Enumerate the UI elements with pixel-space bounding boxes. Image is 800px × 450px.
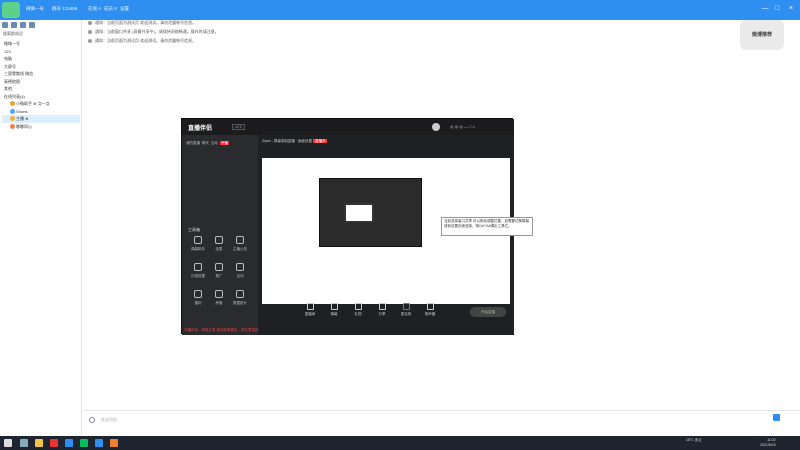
info-icon: [88, 29, 92, 34]
left-tabs[interactable]: 我的直播 聊天 互动 开播: [186, 141, 229, 146]
start-live-button[interactable]: 开始直播: [470, 307, 506, 317]
tool-button[interactable]: 福利: [188, 289, 208, 314]
system-notice: 通知：当前页面为测试页 欢迎测试。请勿泄露帐号信息。: [88, 38, 196, 44]
stream-app-titlebar: 直播伴侣 v2.9 ◎ ◎ ◎ — □ ×: [182, 119, 514, 135]
browser-icon[interactable]: [50, 439, 58, 447]
stream-left-panel: 我的直播 聊天 互动 开播 工具箱 弹幕助手 连麦 主播公告礼物设置 推广 活动 福利 房管…: [182, 135, 258, 335]
folder-icon[interactable]: [35, 439, 43, 447]
home-icon[interactable]: [2, 22, 8, 28]
search-icon[interactable]: [20, 439, 28, 447]
tree-node[interactable]: 高德地图: [2, 78, 80, 86]
emoji-icon[interactable]: [89, 417, 95, 423]
toolbox-title: 工具箱: [188, 227, 200, 232]
stream-app-icon[interactable]: [110, 439, 118, 447]
speaker-button[interactable]: 扬声器: [418, 303, 442, 317]
weather-widget[interactable]: 18°C 多云: [686, 438, 702, 443]
stream-status: 开播状态：网络正常 推流帧率稳定，请注意保持: [184, 328, 258, 332]
tool-button[interactable]: 连麦: [209, 235, 229, 260]
tool-button[interactable]: 弹幕助手: [188, 235, 208, 260]
tool-button[interactable]: 数据统计: [230, 289, 250, 314]
tool-button[interactable]: 推广: [209, 262, 229, 287]
tree-node[interactable]: 电脑: [2, 55, 80, 63]
send-icon[interactable]: [773, 414, 780, 421]
member-item[interactable]: 嘟嘟同心: [2, 123, 80, 131]
settings-link[interactable]: 设置: [120, 6, 129, 12]
tree-node[interactable]: 123: [2, 48, 80, 56]
windows-taskbar: 18°C 多云 11:02 2021/6/16: [0, 436, 800, 450]
stream-control-bar: 直播间 弹幕 礼物 分享 麦克风 扬声器 开始直播: [258, 303, 514, 325]
avatar: [10, 123, 15, 129]
tool-button[interactable]: 活动: [230, 262, 250, 287]
nested-preview: [344, 203, 374, 223]
start-icon[interactable]: [4, 439, 12, 447]
member-sidebar: 搜索群成员 微微一号 123 电脑 大屏号 三国零散线 微信 高德地图 其他 在…: [0, 20, 82, 436]
danmaku-button[interactable]: 弹幕: [322, 303, 346, 317]
avatar: [10, 108, 15, 114]
share-tooltip: 当前选择窗口共享 可以拖动调整位置，如需要切换屏幕请到设置页面选择，按Ctrl+…: [441, 217, 533, 236]
message-input[interactable]: 发送消息...: [101, 417, 120, 423]
window-controls[interactable]: ◎ ◎ ◎ — □ ×: [450, 124, 475, 129]
member-tree: 微微一号 123 电脑 大屏号 三国零散线 微信 高德地图 其他 在线列表(4)…: [2, 40, 80, 130]
gift-button[interactable]: 礼物: [346, 303, 370, 317]
version-badge: v2.9: [232, 124, 245, 130]
close-button[interactable]: ×: [786, 4, 796, 14]
group-id: 群号 123456: [52, 6, 78, 11]
sidebar-toolbar: [2, 22, 38, 30]
wechat-icon[interactable]: [80, 439, 88, 447]
avatar: [10, 116, 15, 122]
tree-node[interactable]: 三国零散线 微信: [2, 70, 80, 78]
member-item[interactable]: Shorts: [2, 108, 80, 116]
watermark: 微博推荐: [740, 20, 784, 50]
tool-grid: 弹幕助手 连麦 主播公告礼物设置 推广 活动 福利 房管 数据统计: [188, 235, 254, 316]
message-input-bar: 发送消息...: [83, 410, 800, 436]
avatar: [10, 101, 15, 107]
tree-node[interactable]: 微微一号: [2, 40, 80, 48]
info-icon: [88, 20, 92, 25]
member-count: 成员 8: [104, 6, 117, 11]
system-notice: 通知：当前页面为测试页 欢迎测试。请勿泄露帐号信息。: [88, 20, 196, 26]
grid-icon[interactable]: [29, 22, 35, 28]
tool-button[interactable]: 房管: [209, 289, 229, 314]
tool-button[interactable]: 主播公告: [230, 235, 250, 260]
tree-node[interactable]: 大屏号: [2, 63, 80, 71]
tree-node[interactable]: 其他: [2, 85, 80, 93]
qq-icon[interactable]: [95, 439, 103, 447]
stream-title: Zipan - 屏幕录制直播 · 画面设置 直播中: [262, 139, 328, 143]
group-name: 微微一号: [26, 6, 44, 11]
member-item[interactable]: 小微助手 ⊕ 点一点: [2, 100, 80, 108]
member-search-input[interactable]: 搜索群成员: [3, 31, 79, 37]
info-icon: [88, 38, 92, 43]
maximize-button[interactable]: □: [772, 4, 782, 14]
tool-button[interactable]: 礼物设置: [188, 262, 208, 287]
people-icon[interactable]: [11, 22, 17, 28]
app-logo: [2, 2, 20, 18]
share-button[interactable]: 分享: [370, 303, 394, 317]
live-room-button[interactable]: 直播间: [298, 303, 322, 317]
system-notice: 通知：当前窗口共享 (屏幕共享中)，请保持网络畅通，操作时请注意。: [88, 29, 219, 35]
user-avatar[interactable]: [432, 123, 440, 131]
stream-app-name: 直播伴侣: [188, 126, 213, 132]
folder-icon[interactable]: [20, 22, 26, 28]
clock[interactable]: 11:02 2021/6/16: [760, 438, 776, 447]
online-count: 在线 4: [88, 6, 101, 11]
chrome-icon[interactable]: [65, 439, 73, 447]
nested-screen: [319, 178, 422, 247]
title-bar: 微微一号 群号 123456 在线 4 成员 8 设置 — □ ×: [0, 0, 800, 20]
tree-node-online[interactable]: 在线列表(4): [2, 93, 80, 101]
member-item-selected[interactable]: 主播 ⊕: [2, 115, 80, 123]
minimize-button[interactable]: —: [760, 4, 770, 14]
microphone-button[interactable]: 麦克风: [394, 303, 418, 317]
